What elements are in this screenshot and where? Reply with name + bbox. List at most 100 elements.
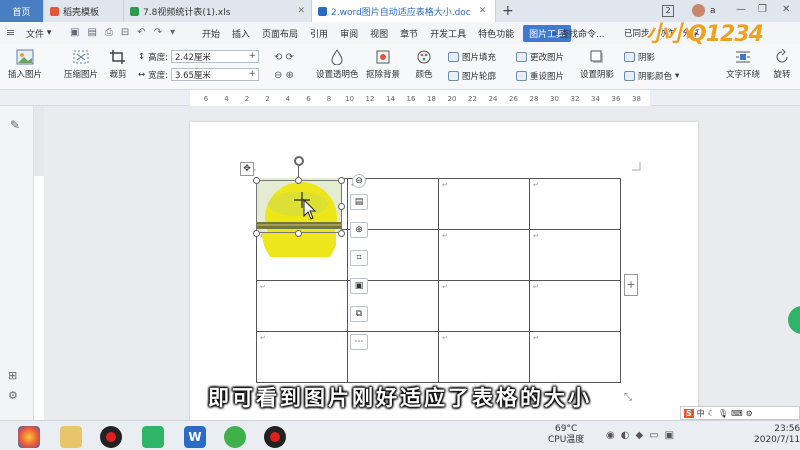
record-icon-2[interactable] [264,426,286,448]
file-menu[interactable]: 文件 ▾ [20,22,57,44]
resize-handle-tl[interactable] [253,177,260,184]
layout-icon[interactable]: ▤ [350,194,368,210]
table-cell[interactable]: ↵ [438,178,530,230]
menu-tab-4[interactable]: 审阅 [334,22,364,44]
menu-tab-7[interactable]: 开发工具 [424,22,472,44]
notify-icon[interactable]: ▣ [665,430,674,441]
text-wrap-button[interactable]: 文字环绕 [726,48,760,80]
cpu-temp[interactable]: 69°C CPU温度 [548,424,584,446]
table-cell[interactable]: ↵ [529,229,621,281]
menu-tab-6[interactable]: 章节 [394,22,424,44]
tab-xls[interactable]: 7.8视频统计表(1).xls ✕ [124,0,312,22]
table-cell[interactable]: ↵ [529,178,621,230]
close-window-icon[interactable]: ✕ [782,4,790,15]
table-move-handle[interactable]: ✥ [240,162,254,176]
network-icon[interactable]: ◐ [621,430,630,441]
ime-mode[interactable]: 中 [697,408,705,419]
moon-icon[interactable]: ☾ [708,409,715,418]
more-icon[interactable]: ⋯ [350,334,368,350]
print-icon[interactable]: ⎙ [105,27,113,38]
wps-writer-icon[interactable]: W [184,426,206,448]
file-explorer-icon[interactable] [60,426,82,448]
side-assistant-tab[interactable] [788,306,800,334]
horizontal-ruler[interactable]: 6 4 2 2 4 6 8 10 12 14 16 18 20 22 24 26 28 30 32 34 36 38 [0,90,800,106]
picture-outline-button[interactable]: 图片轮廓 [448,70,496,82]
tab-home[interactable]: 首页 [0,0,44,22]
save-icon[interactable]: ▤ [87,27,96,38]
width-field[interactable]: 3.65厘米 + [171,68,259,81]
reset-size-icon[interactable]: ⊖ ⊕ [274,70,294,81]
replace-icon[interactable]: ⧉ [350,306,368,322]
zoom-icon[interactable]: ⊕ [350,222,368,238]
resize-handle-t[interactable] [295,177,302,184]
folder-icon[interactable]: ▣ [70,27,79,38]
table-cell[interactable]: ↵ [438,331,530,383]
table-cell[interactable]: ↵ [529,280,621,332]
record-icon[interactable] [100,426,122,448]
new-tab-button[interactable]: + [496,0,520,22]
restore-icon[interactable]: ❐ [758,4,767,15]
menu-tab-0[interactable]: 开始 [196,22,226,44]
sogou-icon[interactable]: S [684,408,694,418]
green-app-icon[interactable] [224,426,246,448]
clock[interactable]: 23:56 2020/7/11 [754,424,800,446]
document-page[interactable]: ✥ ↵↵↵↵↵↵↵↵↵↵↵↵↵↵↵ [190,122,698,420]
menu-tab-1[interactable]: 插入 [226,22,256,44]
picture-icon[interactable]: ▣ [350,278,368,294]
insert-picture-button[interactable]: 插入图片 [8,48,42,80]
document-canvas[interactable]: ✥ ↵↵↵↵↵↵↵↵↵↵↵↵↵↵↵ [44,106,800,420]
close-icon[interactable]: ✕ [297,6,305,16]
rotate-button[interactable]: 旋转 [772,48,792,80]
plus-icon[interactable]: + [248,69,256,79]
tray-app-icon[interactable]: ◉ [606,430,615,441]
table-cell[interactable]: ↵ [256,280,348,332]
crop-button[interactable]: 裁剪 [108,48,128,80]
pen-icon[interactable]: ✎ [10,118,20,132]
close-icon[interactable]: ✕ [479,6,487,16]
menu-tab-8[interactable]: 特色功能 [472,22,520,44]
wechat-icon[interactable] [142,426,164,448]
resize-handle-r[interactable] [338,203,345,210]
resize-handle-bl[interactable] [253,230,260,237]
color-button[interactable]: 颜色 [414,48,434,80]
redo-icon[interactable]: ↷ [154,27,162,38]
menu-tab-5[interactable]: 视图 [364,22,394,44]
crop-icon[interactable]: ⌗ [350,250,368,266]
vertical-ruler[interactable] [34,106,44,420]
resize-handle-br[interactable] [338,230,345,237]
reset-picture-button[interactable]: 重设图片 [516,70,564,82]
gear-icon[interactable]: ⚙ [746,409,753,418]
set-transparent-button[interactable]: 设置透明色 [316,48,359,80]
keyboard-icon[interactable]: ⌨ [731,409,743,418]
minimize-icon[interactable]: — [736,4,746,15]
volume-icon[interactable]: ◆ [635,430,643,441]
set-shadow-button[interactable]: 设置阴影 [580,48,614,80]
shadow-button[interactable]: 阴影 [624,51,655,63]
add-column-button[interactable]: + [624,274,638,296]
minus-icon[interactable]: ⊖ [352,174,366,188]
picture-fill-button[interactable]: 图片填充 [448,51,496,63]
compress-picture-button[interactable]: 压缩图片 [64,48,98,80]
hamburger-icon[interactable]: ≡ [6,26,15,39]
undo-icon[interactable]: ↶ [137,27,145,38]
tab-docer[interactable]: 稻壳模板 [44,0,124,22]
remove-background-button[interactable]: 抠除背景 [366,48,400,80]
height-field[interactable]: 2.42厘米 + [171,50,259,63]
chevron-down-icon[interactable]: ▾ [170,27,175,38]
table-cell[interactable]: ↵ [438,229,530,281]
rotate-handle[interactable] [294,156,304,166]
mic-icon[interactable]: 🎙 [718,409,728,418]
table-cell[interactable]: ↵ [438,280,530,332]
preview-icon[interactable]: ⊟ [121,27,129,38]
plus-icon[interactable]: + [248,51,256,61]
shadow-color-button[interactable]: 阴影颜色 ▾ [624,70,679,82]
change-picture-button[interactable]: 更改图片 [516,51,564,63]
resize-handle-b[interactable] [295,230,302,237]
table-cell[interactable]: ↵ [529,331,621,383]
battery-icon[interactable]: ▭ [649,430,658,441]
lock-ratio-icon[interactable]: ⟲ ⟳ [274,52,294,63]
start-icon[interactable] [18,426,40,448]
table-cell[interactable]: ↵ [256,331,348,383]
tab-doc[interactable]: 2.word图片自动适应表格大小.doc ✕ [312,0,496,22]
resize-handle-tr[interactable] [338,177,345,184]
